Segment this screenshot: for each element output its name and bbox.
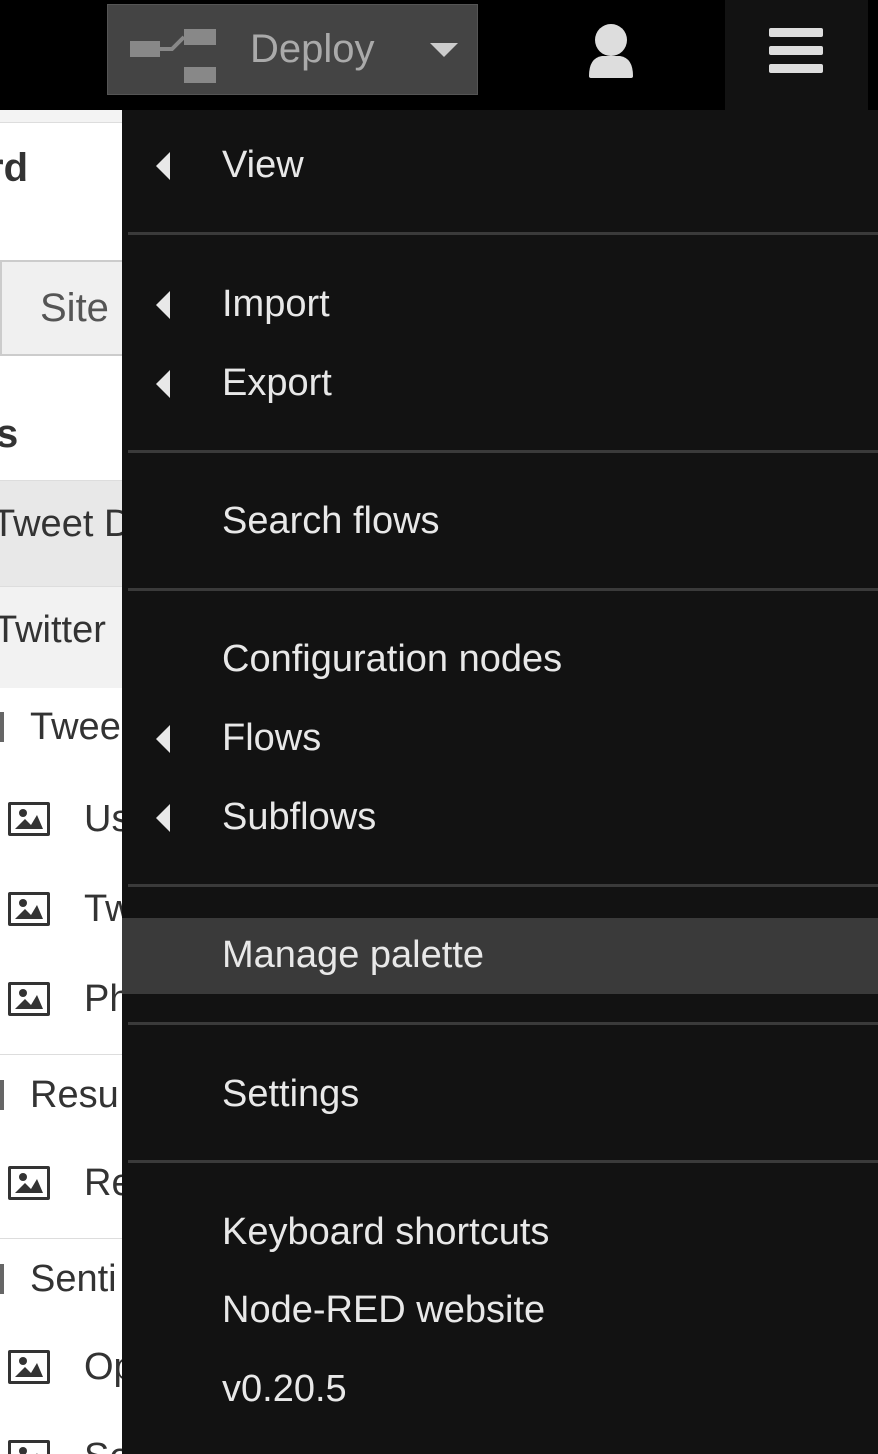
menu-item-label: Keyboard shortcuts: [222, 1211, 550, 1253]
deploy-button[interactable]: Deploy: [107, 4, 478, 95]
user-icon[interactable]: [570, 14, 652, 94]
deploy-flow-icon: [130, 29, 216, 83]
caret-left-icon: [156, 152, 170, 180]
menu-item-subflows[interactable]: Subflows: [122, 782, 878, 854]
menu-item-settings[interactable]: Settings: [122, 1059, 878, 1131]
menu-item-search-flows[interactable]: Search flows: [122, 486, 878, 558]
main-menu-button[interactable]: [725, 0, 868, 110]
divider: [0, 1054, 140, 1055]
menu-item-label: Manage palette: [222, 934, 484, 976]
image-icon: [8, 802, 50, 836]
tab-row[interactable]: Tweet D: [0, 480, 140, 586]
menu-divider: [128, 588, 878, 591]
deploy-label: Deploy: [250, 27, 375, 71]
menu-item-label: Import: [222, 283, 330, 325]
tab-site[interactable]: Site: [0, 260, 140, 356]
tab-row[interactable]: Twitter: [0, 586, 140, 688]
caret-left-icon: [156, 370, 170, 398]
dashboard-sidebar: rd Site s Tweet D Twitter Twee Us Tw Ph …: [0, 110, 140, 1454]
menu-item-version: v0.20.5: [122, 1354, 878, 1426]
group-marker: [0, 712, 4, 742]
caret-left-icon: [156, 725, 170, 753]
header-bar: Deploy: [0, 0, 878, 110]
menu-divider: [128, 884, 878, 887]
group-marker: [0, 1080, 4, 1110]
menu-item-export[interactable]: Export: [122, 348, 878, 420]
menu-divider: [128, 450, 878, 453]
image-icon: [8, 1350, 50, 1384]
image-icon: [8, 982, 50, 1016]
group-marker: [0, 1264, 4, 1294]
divider: [0, 1238, 140, 1239]
group-label[interactable]: Twee: [30, 706, 121, 749]
menu-item-label: Search flows: [222, 500, 440, 542]
menu-item-flows[interactable]: Flows: [122, 703, 878, 775]
menu-item-manage-palette[interactable]: Manage palette: [122, 918, 878, 994]
chevron-down-icon[interactable]: [430, 43, 458, 59]
main-menu-dropdown: View Import Export Search flows Configur…: [122, 110, 878, 1454]
menu-divider: [128, 232, 878, 235]
menu-item-view[interactable]: View: [122, 130, 878, 202]
menu-item-label: Export: [222, 362, 332, 404]
menu-divider: [128, 1160, 878, 1163]
menu-item-label: Configuration nodes: [222, 638, 563, 680]
caret-left-icon: [156, 804, 170, 832]
tab-site-label: Site: [40, 286, 109, 330]
version-label: v0.20.5: [222, 1368, 347, 1410]
menu-item-label: View: [222, 144, 304, 186]
hamburger-menu-icon: [769, 28, 823, 73]
section-heading: s: [0, 412, 19, 456]
sidebar-title: rd: [0, 146, 28, 190]
menu-item-label: Settings: [222, 1073, 360, 1115]
menu-item-node-red-website[interactable]: Node-RED website: [122, 1275, 878, 1347]
menu-item-import[interactable]: Import: [122, 269, 878, 341]
sidebar-top-edge: [0, 110, 140, 123]
group-label[interactable]: Senti: [30, 1258, 117, 1301]
tab-row-label: Twitter: [0, 609, 106, 651]
group-label[interactable]: Resu: [30, 1074, 119, 1117]
menu-divider: [128, 1022, 878, 1025]
menu-item-label: Node-RED website: [222, 1289, 546, 1331]
menu-item-keyboard-shortcuts[interactable]: Keyboard shortcuts: [122, 1197, 878, 1269]
caret-left-icon: [156, 291, 170, 319]
menu-item-label: Flows: [222, 717, 322, 759]
image-icon: [8, 1166, 50, 1200]
menu-item-configuration-nodes[interactable]: Configuration nodes: [122, 624, 878, 696]
menu-item-label: Subflows: [222, 796, 377, 838]
image-icon: [8, 892, 50, 926]
image-icon: [8, 1440, 50, 1454]
tab-row-label: Tweet D: [0, 503, 132, 545]
